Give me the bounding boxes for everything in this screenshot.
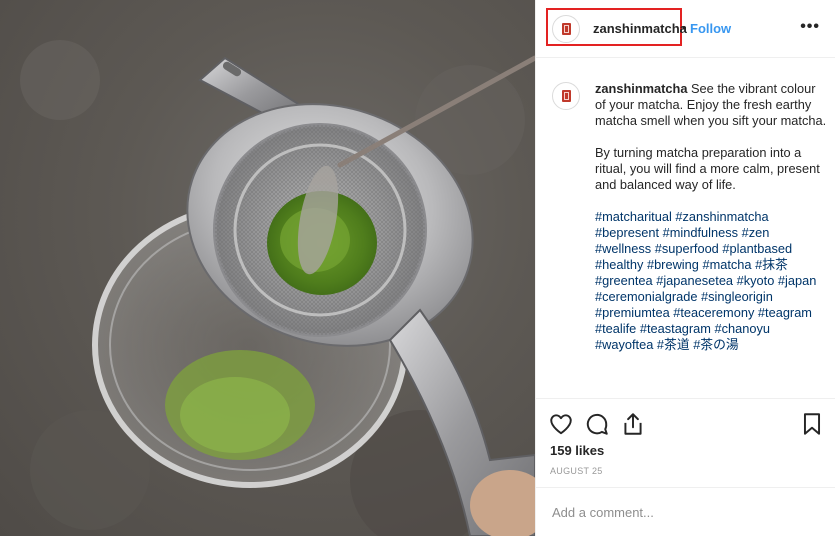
hashtag-link[interactable]: #zen [742, 225, 770, 240]
likes-count[interactable]: 159 likes [550, 443, 604, 458]
hashtag-link[interactable]: #抹茶 [755, 257, 788, 272]
hashtag-link[interactable]: #superfood [655, 241, 719, 256]
hashtag-link[interactable]: #matcha [702, 257, 751, 272]
caption-text: zanshinmatcha See the vibrant colour of … [595, 81, 827, 369]
hashtag-link[interactable]: #wellness [595, 241, 651, 256]
caption-paragraph-2: By turning matcha preparation into a rit… [595, 145, 820, 192]
matcha-strainer-illustration [20, 40, 535, 536]
hashtag-link[interactable]: #healthy [595, 257, 643, 272]
hashtag-link[interactable]: #teaceremony [673, 305, 754, 320]
seal-logo-icon [561, 23, 571, 35]
hashtag-link[interactable]: #mindfulness [663, 225, 738, 240]
more-icon[interactable]: ••• [800, 18, 820, 36]
caption-avatar[interactable] [552, 82, 580, 110]
comment-input[interactable] [550, 504, 824, 521]
heart-icon[interactable] [548, 411, 574, 437]
hashtag-link[interactable]: #茶道 [657, 337, 690, 352]
hashtag-link[interactable]: #japanesetea [656, 273, 733, 288]
comment-icon[interactable] [584, 411, 610, 437]
hashtag-link[interactable]: #chanoyu [715, 321, 771, 336]
post-header: zanshinmatcha • Follow ••• [536, 0, 835, 58]
hashtag-link[interactable]: #matcharitual [595, 209, 672, 224]
post-side-panel: zanshinmatcha • Follow ••• zanshinmatcha… [535, 0, 835, 536]
hashtag-link[interactable]: #wayoftea [595, 337, 653, 352]
follow-button[interactable]: Follow [690, 21, 731, 36]
post-photo[interactable] [0, 0, 535, 536]
hashtag-link[interactable]: #japan [778, 273, 816, 288]
hashtag-list: #matcharitual #zanshinmatcha #bepresent … [595, 209, 827, 353]
share-icon[interactable] [620, 411, 646, 437]
comment-bar [536, 487, 835, 536]
seal-logo-icon [561, 90, 571, 102]
hashtag-link[interactable]: #ceremonialgrade [595, 289, 697, 304]
hashtag-link[interactable]: #premiumtea [595, 305, 670, 320]
hashtag-link[interactable]: #brewing [647, 257, 699, 272]
hashtag-link[interactable]: #plantbased [722, 241, 792, 256]
hashtag-link[interactable]: #bepresent [595, 225, 659, 240]
hashtag-link[interactable]: #zanshinmatcha [675, 209, 768, 224]
bookmark-icon[interactable] [799, 411, 825, 437]
avatar[interactable] [552, 15, 580, 43]
hashtag-link[interactable]: #teagram [758, 305, 812, 320]
header-username[interactable]: zanshinmatcha [593, 21, 687, 36]
hashtag-link[interactable]: #茶の湯 [693, 337, 739, 352]
instagram-post: zanshinmatcha • Follow ••• zanshinmatcha… [0, 0, 835, 536]
hashtag-link[interactable]: #tealife [595, 321, 636, 336]
caption-section: zanshinmatcha See the vibrant colour of … [536, 58, 835, 398]
caption-paragraph-1: zanshinmatcha See the vibrant colour of … [595, 81, 827, 129]
hashtag-link[interactable]: #teastagram [640, 321, 711, 336]
post-date: AUGUST 25 [550, 466, 603, 476]
action-bar: 159 likes AUGUST 25 [536, 398, 835, 476]
separator-dot: • [682, 20, 687, 35]
caption-username[interactable]: zanshinmatcha [595, 81, 687, 96]
hashtag-link[interactable]: #greentea [595, 273, 653, 288]
hashtag-link[interactable]: #kyoto [737, 273, 775, 288]
hashtag-link[interactable]: #singleorigin [701, 289, 773, 304]
